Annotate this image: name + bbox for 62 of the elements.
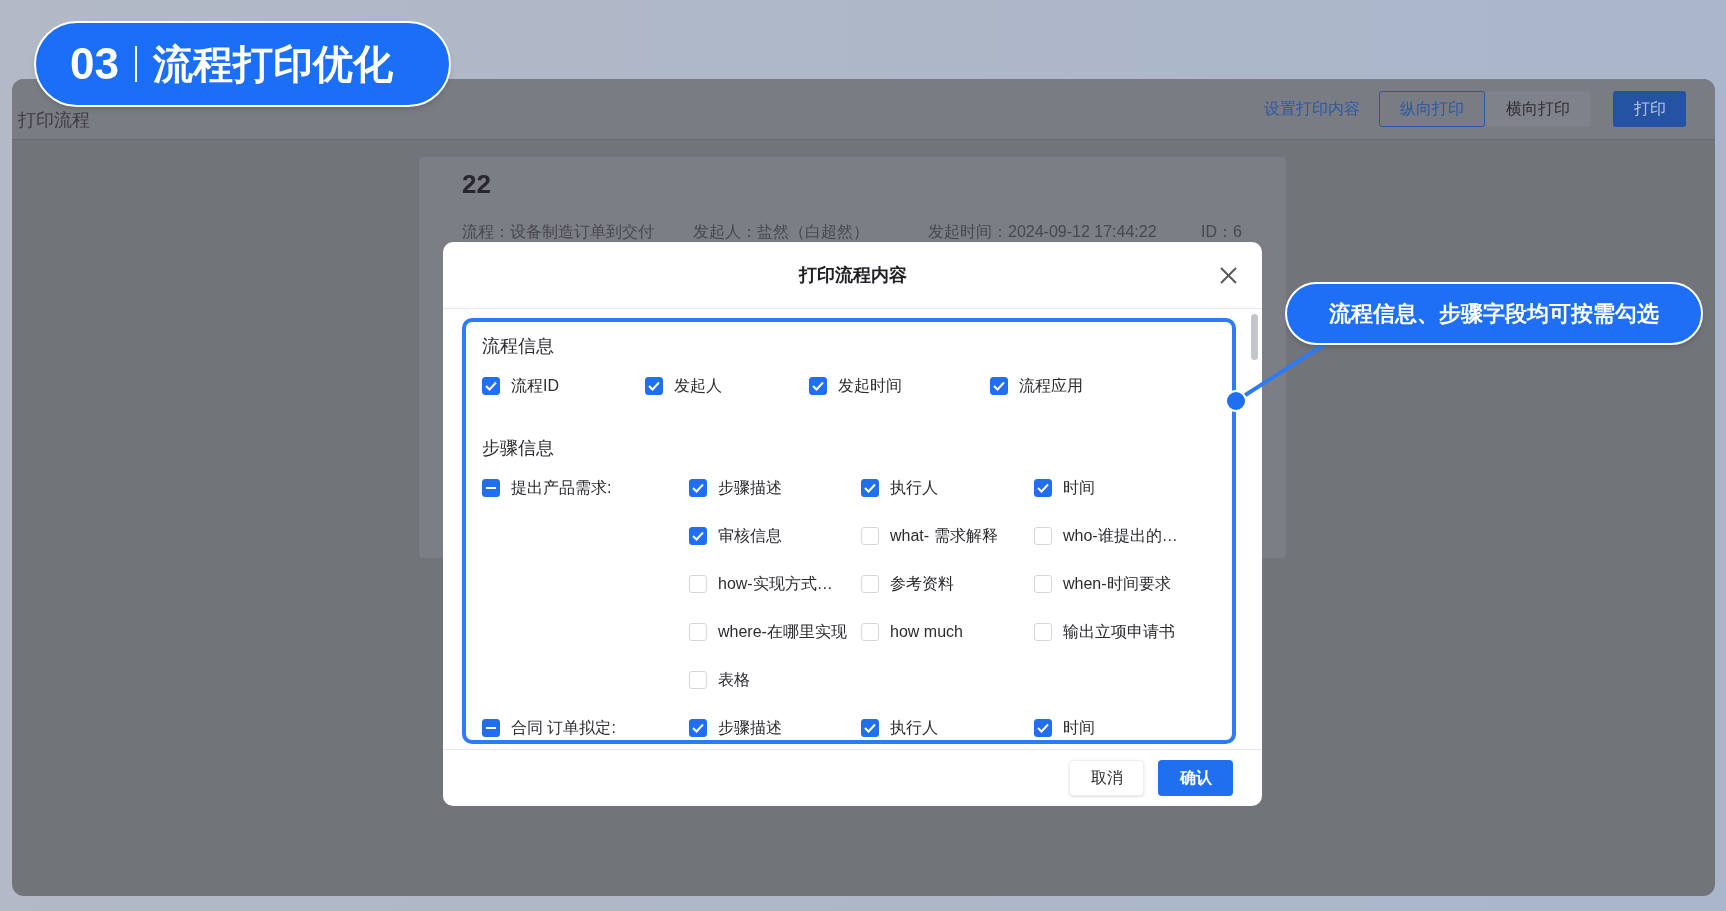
checkbox[interactable]	[689, 718, 707, 737]
badge-title: 流程打印优化	[152, 41, 393, 88]
field-label: 步骤描述	[718, 477, 782, 498]
checkbox[interactable]	[689, 478, 707, 497]
field-label: 步骤描述	[718, 717, 782, 738]
check-icon	[864, 722, 876, 733]
field-label: how much	[890, 621, 963, 642]
step-name: 提出产品需求:	[511, 477, 612, 498]
field-label: 发起时间	[838, 376, 902, 396]
minus-icon	[486, 486, 496, 489]
checkbox[interactable]	[645, 377, 663, 395]
scrollbar-thumb[interactable]	[1251, 314, 1258, 360]
orientation-tab[interactable]: 横向打印	[1485, 91, 1591, 127]
field-label: 发起人	[674, 376, 722, 396]
field-label: 表格	[718, 669, 750, 690]
field-label: 时间	[1063, 477, 1095, 498]
check-icon	[485, 381, 497, 391]
check-icon	[648, 381, 660, 391]
checkbox[interactable]	[482, 377, 500, 395]
step-name: 合同 订单拟定:	[511, 717, 616, 738]
field-label: 输出立项申请书	[1063, 621, 1175, 642]
field-label: what- 需求解释	[890, 525, 998, 546]
checkbox[interactable]	[809, 377, 827, 395]
check-icon	[993, 381, 1005, 391]
checkbox[interactable]	[861, 718, 879, 737]
checkbox[interactable]	[482, 478, 500, 497]
field-label: who-谁提出的…	[1063, 525, 1178, 546]
field-label: 执行人	[890, 477, 938, 498]
minus-icon	[486, 726, 496, 729]
section-title: 流程信息	[482, 335, 554, 358]
cancel-button[interactable]: 取消	[1069, 760, 1144, 796]
field-label: 执行人	[890, 717, 938, 738]
callout: 流程信息、步骤字段均可按需勾选	[1285, 282, 1703, 345]
check-icon	[1037, 482, 1049, 493]
checkbox[interactable]	[861, 478, 879, 497]
check-icon	[1037, 722, 1049, 733]
checkbox[interactable]	[1034, 478, 1052, 497]
field-label: 流程ID	[511, 376, 559, 396]
badge-number: 03	[70, 38, 119, 90]
field-label: 流程应用	[1019, 376, 1083, 396]
field-label: how-实现方式…	[718, 573, 833, 594]
field-label: 时间	[1063, 717, 1095, 738]
check-icon	[692, 482, 704, 493]
document-number: 22	[462, 168, 492, 201]
print-button[interactable]: 打印	[1613, 91, 1686, 127]
check-icon	[864, 482, 876, 493]
check-icon	[812, 381, 824, 391]
checkbox[interactable]	[482, 718, 500, 737]
field-label: 审核信息	[718, 525, 782, 546]
close-icon[interactable]	[1220, 267, 1237, 284]
field-label: when-时间要求	[1063, 573, 1171, 594]
check-icon	[692, 722, 704, 733]
checkbox[interactable]	[1034, 718, 1052, 737]
field-label: where-在哪里实现	[718, 621, 847, 642]
field-label: 参考资料	[890, 573, 954, 594]
checkbox[interactable]	[689, 526, 707, 545]
page-title: 打印流程	[18, 108, 90, 132]
dialog-title: 打印流程内容	[798, 263, 907, 287]
confirm-button[interactable]: 确认	[1158, 760, 1233, 796]
check-icon	[692, 530, 704, 541]
section-title: 步骤信息	[482, 437, 554, 460]
checkbox[interactable]	[990, 377, 1008, 395]
